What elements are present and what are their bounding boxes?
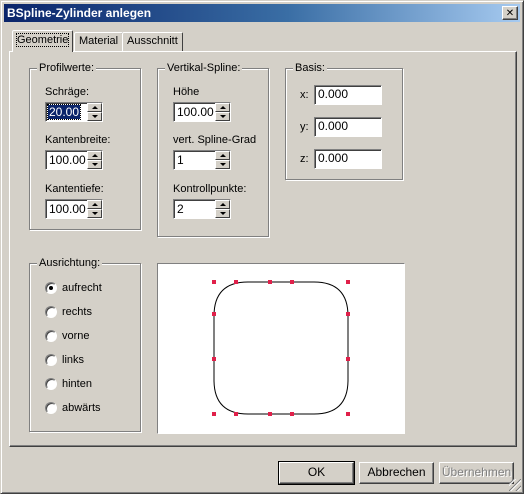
- control-points: [212, 280, 350, 416]
- kantenbreite-up-button[interactable]: [87, 151, 102, 160]
- spline-grad-up-button[interactable]: [215, 151, 230, 160]
- basis-x-input[interactable]: 0.000: [314, 85, 382, 105]
- control-point[interactable]: [268, 280, 272, 284]
- kontrollpunkte-down-button[interactable]: [215, 209, 230, 218]
- vertikal-spline-group: Vertikal-Spline: Höhe 100.00 vert. Splin…: [157, 61, 269, 237]
- control-point[interactable]: [268, 412, 272, 416]
- control-point[interactable]: [234, 412, 238, 416]
- basis-x-label: x:: [300, 89, 309, 101]
- kontrollpunkte-up-button[interactable]: [215, 200, 230, 209]
- hoehe-value[interactable]: 100.00: [176, 105, 215, 119]
- kantentiefe-up-button[interactable]: [87, 200, 102, 209]
- kantentiefe-value[interactable]: 100.00: [48, 202, 87, 216]
- dialog-window: BSpline-Zylinder anlegen ✕ Geometrie Mat…: [0, 0, 524, 494]
- resize-grip-icon[interactable]: [509, 479, 521, 491]
- schraege-spinbox[interactable]: 20.00: [45, 102, 103, 122]
- control-point[interactable]: [212, 280, 216, 284]
- control-point[interactable]: [234, 280, 238, 284]
- basis-y-label: y:: [300, 121, 309, 133]
- kantentiefe-spinbox[interactable]: 100.00: [45, 199, 103, 219]
- control-point[interactable]: [212, 412, 216, 416]
- tab-ausschnitt[interactable]: Ausschnitt: [122, 32, 183, 51]
- basis-group: Basis: x: 0.000 y: 0.000 z: 0.000: [285, 61, 403, 180]
- control-point[interactable]: [346, 280, 350, 284]
- control-point[interactable]: [212, 357, 216, 361]
- tab-geometrie-label: Geometrie: [15, 33, 70, 47]
- kantenbreite-down-button[interactable]: [87, 160, 102, 169]
- basis-z-label: z:: [300, 153, 309, 165]
- radio-selected-dot: [49, 286, 53, 290]
- control-point[interactable]: [346, 357, 350, 361]
- close-button[interactable]: ✕: [502, 6, 518, 20]
- kontrollpunkte-label: Kontrollpunkte:: [173, 183, 247, 195]
- radio-vorne-label: vorne: [62, 330, 90, 342]
- hoehe-up-button[interactable]: [215, 103, 230, 112]
- spline-grad-value[interactable]: 1: [176, 153, 185, 167]
- cancel-button[interactable]: Abbrechen: [359, 462, 434, 484]
- ausrichtung-group: Ausrichtung: aufrecht rechts vorne links…: [29, 256, 141, 432]
- radio-hinten-label: hinten: [62, 378, 92, 390]
- schraege-up-button[interactable]: [87, 103, 102, 112]
- kontrollpunkte-spinbox[interactable]: 2: [173, 199, 231, 219]
- control-point[interactable]: [290, 280, 294, 284]
- title-bar[interactable]: BSpline-Zylinder anlegen ✕: [4, 4, 520, 22]
- tab-geometrie[interactable]: Geometrie: [12, 30, 74, 52]
- spline-grad-spinbox[interactable]: 1: [173, 150, 231, 170]
- hoehe-label: Höhe: [173, 86, 200, 98]
- ausrichtung-title: Ausrichtung:: [37, 256, 103, 270]
- basis-y-input[interactable]: 0.000: [314, 117, 382, 137]
- hoehe-down-button[interactable]: [215, 112, 230, 121]
- profile-preview[interactable]: [157, 263, 405, 434]
- tab-material[interactable]: Material: [74, 32, 124, 51]
- tab-ausschnitt-label: Ausschnitt: [127, 35, 178, 47]
- radio-aufrecht-label: aufrecht: [62, 282, 102, 294]
- spline-grad-down-button[interactable]: [215, 160, 230, 169]
- control-point[interactable]: [346, 312, 350, 316]
- kantentiefe-label: Kantentiefe:: [45, 183, 104, 195]
- window-title: BSpline-Zylinder anlegen: [7, 6, 152, 20]
- kontrollpunkte-value[interactable]: 2: [176, 202, 185, 216]
- control-point[interactable]: [346, 412, 350, 416]
- profile-preview-canvas: [212, 280, 350, 416]
- kantenbreite-value[interactable]: 100.00: [48, 153, 87, 167]
- basis-title: Basis:: [293, 61, 327, 75]
- vertikal-spline-title: Vertikal-Spline:: [165, 61, 243, 75]
- schraege-label: Schräge:: [45, 86, 90, 98]
- spline-grad-label: vert. Spline-Grad: [173, 134, 257, 146]
- kantenbreite-spinbox[interactable]: 100.00: [45, 150, 103, 170]
- profilwerte-title: Profilwerte:: [37, 61, 97, 75]
- radio-links-label: links: [62, 354, 85, 366]
- profile-curve: [213, 281, 349, 415]
- schraege-value[interactable]: 20.00: [46, 104, 82, 120]
- hoehe-spinbox[interactable]: 100.00: [173, 102, 231, 122]
- basis-z-input[interactable]: 0.000: [314, 149, 382, 169]
- schraege-down-button[interactable]: [87, 112, 102, 121]
- control-point[interactable]: [212, 312, 216, 316]
- kantentiefe-down-button[interactable]: [87, 209, 102, 218]
- radio-rechts-label: rechts: [62, 306, 92, 318]
- ok-button[interactable]: OK: [278, 461, 355, 485]
- control-point[interactable]: [290, 412, 294, 416]
- profilwerte-group: Profilwerte: Schräge: 20.00 Kantenbreite…: [29, 61, 141, 230]
- kantenbreite-label: Kantenbreite:: [45, 134, 111, 146]
- radio-abwaerts-label: abwärts: [62, 402, 101, 414]
- apply-button[interactable]: Übernehmen: [439, 462, 514, 484]
- tab-material-label: Material: [79, 35, 119, 47]
